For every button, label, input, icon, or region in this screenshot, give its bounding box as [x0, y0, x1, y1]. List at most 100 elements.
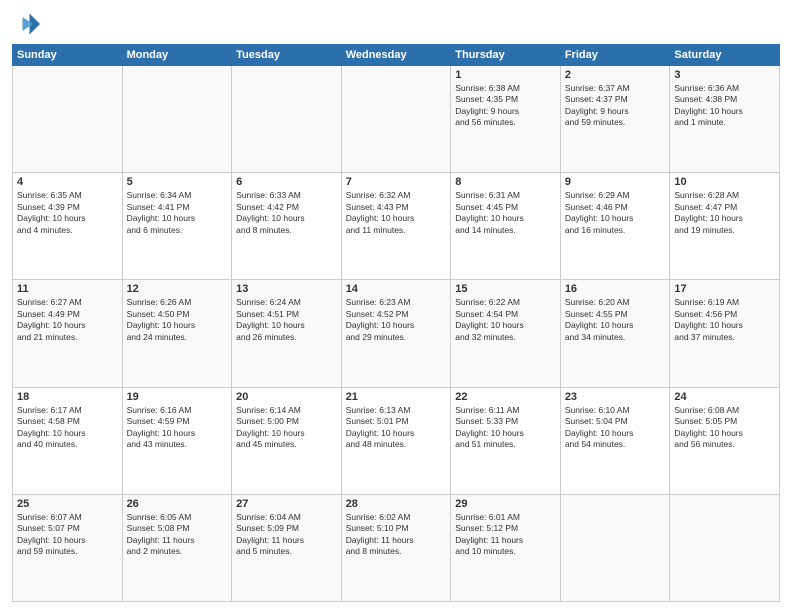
calendar-header: SundayMondayTuesdayWednesdayThursdayFrid…: [13, 45, 780, 66]
day-number: 29: [455, 498, 556, 510]
calendar-body: 1 Sunrise: 6:38 AMSunset: 4:35 PMDaylight…: [13, 66, 780, 602]
day-info: Sunrise: 6:01 AMSunset: 5:12 PMDaylight:…: [455, 512, 556, 558]
calendar-cell: 1 Sunrise: 6:38 AMSunset: 4:35 PMDaylight…: [451, 66, 561, 173]
calendar-cell: 9 Sunrise: 6:29 AMSunset: 4:46 PMDaylight…: [560, 173, 670, 280]
day-number: 23: [565, 391, 666, 403]
day-info: Sunrise: 6:11 AMSunset: 5:33 PMDaylight:…: [455, 405, 556, 451]
logo-icon: [12, 10, 40, 38]
day-number: 28: [346, 498, 447, 510]
col-header-tuesday: Tuesday: [232, 45, 342, 66]
day-info: Sunrise: 6:07 AMSunset: 5:07 PMDaylight:…: [17, 512, 118, 558]
day-info: Sunrise: 6:28 AMSunset: 4:47 PMDaylight:…: [674, 190, 775, 236]
calendar-cell: [13, 66, 123, 173]
calendar-table: SundayMondayTuesdayWednesdayThursdayFrid…: [12, 44, 780, 602]
day-number: 16: [565, 283, 666, 295]
day-info: Sunrise: 6:34 AMSunset: 4:41 PMDaylight:…: [127, 190, 228, 236]
day-number: 26: [127, 498, 228, 510]
col-header-wednesday: Wednesday: [341, 45, 451, 66]
day-info: Sunrise: 6:13 AMSunset: 5:01 PMDaylight:…: [346, 405, 447, 451]
day-info: Sunrise: 6:37 AMSunset: 4:37 PMDaylight:…: [565, 83, 666, 129]
calendar-cell: 12 Sunrise: 6:26 AMSunset: 4:50 PMDayligh…: [122, 280, 232, 387]
day-info: Sunrise: 6:05 AMSunset: 5:08 PMDaylight:…: [127, 512, 228, 558]
day-number: 17: [674, 283, 775, 295]
day-number: 8: [455, 176, 556, 188]
col-header-thursday: Thursday: [451, 45, 561, 66]
day-number: 3: [674, 69, 775, 81]
day-number: 11: [17, 283, 118, 295]
calendar-cell: [341, 66, 451, 173]
day-number: 22: [455, 391, 556, 403]
week-row-3: 18 Sunrise: 6:17 AMSunset: 4:58 PMDayligh…: [13, 387, 780, 494]
col-header-sunday: Sunday: [13, 45, 123, 66]
calendar-cell: 7 Sunrise: 6:32 AMSunset: 4:43 PMDaylight…: [341, 173, 451, 280]
calendar-cell: 8 Sunrise: 6:31 AMSunset: 4:45 PMDaylight…: [451, 173, 561, 280]
calendar-cell: 20 Sunrise: 6:14 AMSunset: 5:00 PMDayligh…: [232, 387, 342, 494]
calendar-cell: 15Sunrise: 6:22 AMSunset: 4:54 PMDayligh…: [451, 280, 561, 387]
col-header-monday: Monday: [122, 45, 232, 66]
calendar-cell: [232, 66, 342, 173]
day-number: 7: [346, 176, 447, 188]
logo: [12, 10, 44, 38]
header-row: SundayMondayTuesdayWednesdayThursdayFrid…: [13, 45, 780, 66]
calendar-cell: 28Sunrise: 6:02 AMSunset: 5:10 PMDayligh…: [341, 494, 451, 601]
day-number: 6: [236, 176, 337, 188]
day-number: 19: [127, 391, 228, 403]
calendar-cell: [560, 494, 670, 601]
day-info: Sunrise: 6:04 AMSunset: 5:09 PMDaylight:…: [236, 512, 337, 558]
day-number: 24: [674, 391, 775, 403]
day-info: Sunrise: 6:31 AMSunset: 4:45 PMDaylight:…: [455, 190, 556, 236]
day-number: 14: [346, 283, 447, 295]
calendar-cell: 21 Sunrise: 6:13 AMSunset: 5:01 PMDayligh…: [341, 387, 451, 494]
col-header-saturday: Saturday: [670, 45, 780, 66]
day-number: 12: [127, 283, 228, 295]
week-row-0: 1 Sunrise: 6:38 AMSunset: 4:35 PMDaylight…: [13, 66, 780, 173]
calendar-cell: [122, 66, 232, 173]
day-info: Sunrise: 6:10 AMSunset: 5:04 PMDaylight:…: [565, 405, 666, 451]
day-info: Sunrise: 6:32 AMSunset: 4:43 PMDaylight:…: [346, 190, 447, 236]
day-info: Sunrise: 6:26 AMSunset: 4:50 PMDaylight:…: [127, 297, 228, 343]
calendar-cell: 27 Sunrise: 6:04 AMSunset: 5:09 PMDayligh…: [232, 494, 342, 601]
calendar-cell: 22 Sunrise: 6:11 AMSunset: 5:33 PMDayligh…: [451, 387, 561, 494]
day-info: Sunrise: 6:19 AMSunset: 4:56 PMDaylight:…: [674, 297, 775, 343]
day-info: Sunrise: 6:36 AMSunset: 4:38 PMDaylight:…: [674, 83, 775, 129]
day-info: Sunrise: 6:16 AMSunset: 4:59 PMDaylight:…: [127, 405, 228, 451]
day-info: Sunrise: 6:17 AMSunset: 4:58 PMDaylight:…: [17, 405, 118, 451]
calendar-cell: 19 Sunrise: 6:16 AMSunset: 4:59 PMDayligh…: [122, 387, 232, 494]
week-row-1: 4 Sunrise: 6:35 AMSunset: 4:39 PMDaylight…: [13, 173, 780, 280]
day-number: 1: [455, 69, 556, 81]
col-header-friday: Friday: [560, 45, 670, 66]
calendar-cell: 2 Sunrise: 6:37 AMSunset: 4:37 PMDaylight…: [560, 66, 670, 173]
day-number: 9: [565, 176, 666, 188]
calendar-cell: [670, 494, 780, 601]
day-number: 15: [455, 283, 556, 295]
calendar-cell: 5 Sunrise: 6:34 AMSunset: 4:41 PMDaylight…: [122, 173, 232, 280]
calendar-cell: 13Sunrise: 6:24 AMSunset: 4:51 PMDayligh…: [232, 280, 342, 387]
calendar-cell: 25Sunrise: 6:07 AMSunset: 5:07 PMDayligh…: [13, 494, 123, 601]
day-info: Sunrise: 6:38 AMSunset: 4:35 PMDaylight:…: [455, 83, 556, 129]
calendar-cell: 6 Sunrise: 6:33 AMSunset: 4:42 PMDaylight…: [232, 173, 342, 280]
calendar-cell: 17 Sunrise: 6:19 AMSunset: 4:56 PMDayligh…: [670, 280, 780, 387]
day-number: 5: [127, 176, 228, 188]
day-info: Sunrise: 6:14 AMSunset: 5:00 PMDaylight:…: [236, 405, 337, 451]
day-info: Sunrise: 6:29 AMSunset: 4:46 PMDaylight:…: [565, 190, 666, 236]
calendar-cell: 11Sunrise: 6:27 AMSunset: 4:49 PMDayligh…: [13, 280, 123, 387]
day-number: 21: [346, 391, 447, 403]
day-number: 2: [565, 69, 666, 81]
day-info: Sunrise: 6:20 AMSunset: 4:55 PMDaylight:…: [565, 297, 666, 343]
calendar-cell: 18 Sunrise: 6:17 AMSunset: 4:58 PMDayligh…: [13, 387, 123, 494]
week-row-2: 11Sunrise: 6:27 AMSunset: 4:49 PMDayligh…: [13, 280, 780, 387]
day-number: 18: [17, 391, 118, 403]
calendar: SundayMondayTuesdayWednesdayThursdayFrid…: [12, 44, 780, 602]
day-number: 27: [236, 498, 337, 510]
day-info: Sunrise: 6:24 AMSunset: 4:51 PMDaylight:…: [236, 297, 337, 343]
page: SundayMondayTuesdayWednesdayThursdayFrid…: [0, 0, 792, 612]
calendar-cell: 16 Sunrise: 6:20 AMSunset: 4:55 PMDayligh…: [560, 280, 670, 387]
day-number: 10: [674, 176, 775, 188]
day-number: 4: [17, 176, 118, 188]
calendar-cell: 14 Sunrise: 6:23 AMSunset: 4:52 PMDayligh…: [341, 280, 451, 387]
day-info: Sunrise: 6:23 AMSunset: 4:52 PMDaylight:…: [346, 297, 447, 343]
day-info: Sunrise: 6:35 AMSunset: 4:39 PMDaylight:…: [17, 190, 118, 236]
day-number: 20: [236, 391, 337, 403]
day-info: Sunrise: 6:33 AMSunset: 4:42 PMDaylight:…: [236, 190, 337, 236]
calendar-cell: 24Sunrise: 6:08 AMSunset: 5:05 PMDayligh…: [670, 387, 780, 494]
